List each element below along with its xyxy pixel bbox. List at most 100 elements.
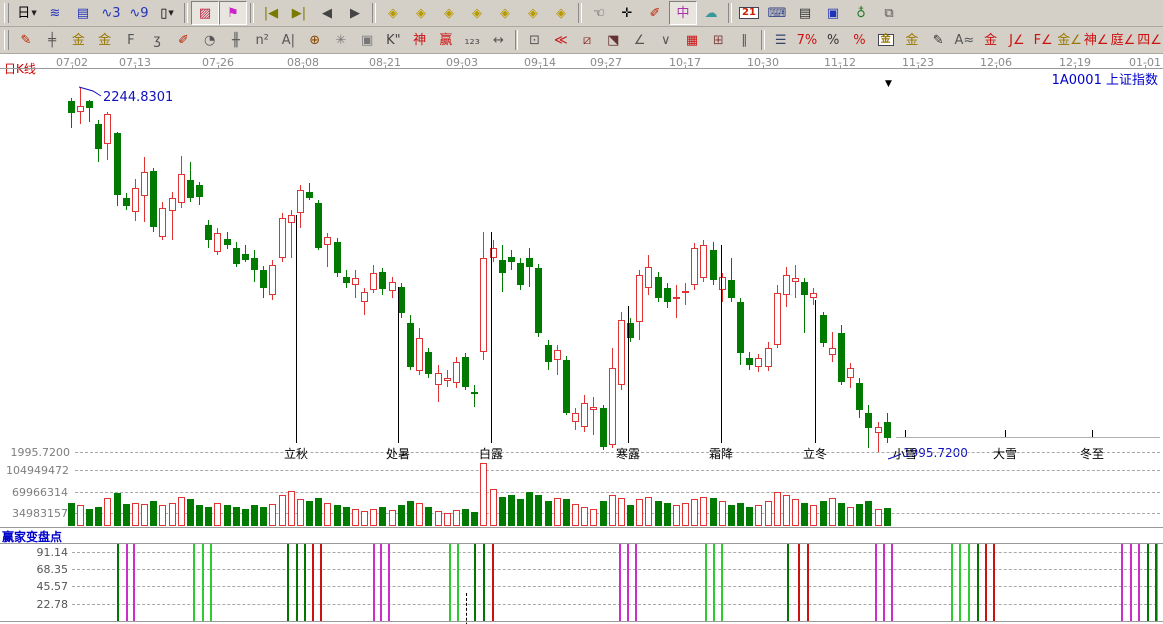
ai-analysis-button[interactable]: ☁ [697, 1, 725, 25]
export-web-button[interactable]: ♁ [847, 1, 875, 25]
volume-bar [618, 498, 625, 526]
red-grid-button[interactable]: ▦ [679, 28, 705, 52]
toolbar-separator [184, 3, 188, 23]
spiral-tool-button[interactable]: ʒ [144, 28, 170, 52]
toolbar-main: 日▼≋▤∿3∿9▯▼▨⚑|◀▶|◀▶◈◈◈◈◈◈◈☜✛✐中☁21⌨▤▣♁⧉ [0, 0, 1163, 27]
percent-button[interactable]: % [820, 28, 846, 52]
line-grid-button[interactable]: ╪ [39, 28, 65, 52]
angle-gold-button[interactable]: 金∠ [1056, 28, 1083, 52]
box-tool-button[interactable]: ⊡ [521, 28, 547, 52]
draw-pen-button[interactable]: ✎ [13, 28, 39, 52]
solar-term-line [296, 215, 297, 443]
angle-lines-icon: ∠ [634, 34, 646, 47]
volume-bar [233, 507, 240, 526]
candle-body [159, 208, 166, 237]
shen-tool-button[interactable]: 神 [407, 28, 433, 52]
expand-right-button[interactable]: ◈ [519, 1, 547, 25]
gold-underline-button[interactable]: 金 [978, 28, 1004, 52]
ruler-123-button[interactable]: ₁₂₃ [459, 28, 485, 52]
calculator-button[interactable]: ⌨ [763, 1, 791, 25]
info-panel-button[interactable]: ▤ [69, 1, 97, 25]
fan-lines-button[interactable]: ≪ [548, 28, 574, 52]
volume-bar [141, 504, 148, 526]
zoom-right-button[interactable]: ◈ [407, 1, 435, 25]
angle-lines-button[interactable]: ∠ [626, 28, 652, 52]
angle-si-button[interactable]: 四∠ [1136, 28, 1163, 52]
calendar-button[interactable]: 21 [735, 1, 763, 25]
zoom-in-h-button[interactable]: ◈ [463, 1, 491, 25]
volume-bar [609, 495, 616, 526]
candle-body [361, 292, 368, 302]
position-marker-icon[interactable]: ▼ [885, 79, 892, 89]
volume-axis-label: 69966314 [6, 486, 68, 499]
date-tick [840, 65, 841, 68]
volume-bar [499, 497, 506, 526]
pan-hand-button[interactable]: ☜ [585, 1, 613, 25]
wave-a-button[interactable]: A≈ [951, 28, 977, 52]
page-right-button[interactable]: ▶ [341, 1, 369, 25]
gold-grid-b-button[interactable]: 金 [92, 28, 118, 52]
period-daily-button[interactable]: 日▼ [13, 1, 41, 25]
chart-region[interactable]: 日K线 1A0001 上证指数 ▼ 2244.8301 1995.7200 19… [0, 55, 1163, 624]
crosshair-button[interactable]: ✛ [613, 1, 641, 25]
save-button[interactable]: ▣ [819, 1, 847, 25]
signal-line [320, 544, 322, 621]
gold-grid-a-button[interactable]: 金 [65, 28, 91, 52]
page-left-button[interactable]: ◀ [313, 1, 341, 25]
wave-check-button[interactable]: ∨ [653, 28, 679, 52]
signal-line [875, 544, 877, 621]
pen-measure-button[interactable]: ✐ [170, 28, 196, 52]
gold-lines-button[interactable]: 金 [899, 28, 925, 52]
percent-lines-button[interactable]: % [846, 28, 872, 52]
gann-wheel-button[interactable]: ⊕ [302, 28, 328, 52]
zoom-out-h-button[interactable]: ◈ [435, 1, 463, 25]
signal-line [117, 544, 119, 621]
expand-left-button[interactable]: ◈ [491, 1, 519, 25]
volume-profile-button[interactable]: ⚑ [219, 1, 247, 25]
candle-style-button[interactable]: ▯▼ [153, 1, 181, 25]
compare-bars-button[interactable]: ☰ [768, 28, 794, 52]
last-page-button[interactable]: ▶| [285, 1, 313, 25]
angle-shen-button[interactable]: 神∠ [1083, 28, 1110, 52]
fan-box-button[interactable]: ⧄ [574, 28, 600, 52]
percent-down-button[interactable]: 7% [794, 28, 820, 52]
expand-all-button[interactable]: ◈ [547, 1, 575, 25]
grid-diagonal-button[interactable]: ⊞ [705, 28, 731, 52]
zoom-left-button[interactable]: ◈ [379, 1, 407, 25]
memo-button[interactable]: ▤ [791, 1, 819, 25]
square-spiral-button[interactable]: ▣ [354, 28, 380, 52]
chip-distribution-button[interactable]: ▨ [191, 1, 219, 25]
gold-grid-b-icon: 金 [98, 34, 111, 47]
volume-bottom-line [0, 527, 1163, 528]
fibo-grid-button[interactable]: F [118, 28, 144, 52]
measure-pin-button[interactable]: ✐ [641, 1, 669, 25]
angle-ting-icon: 庭∠ [1111, 34, 1136, 47]
ying-tool-button[interactable]: 赢 [433, 28, 459, 52]
volume-bar [196, 505, 203, 526]
parallel-lines-button[interactable]: ∥ [731, 28, 757, 52]
fan-dark-button[interactable]: ⬔ [600, 28, 626, 52]
star-burst-button[interactable]: ✳ [328, 28, 354, 52]
zoom-out-h-icon: ◈ [444, 7, 454, 20]
n-square-button[interactable]: n² [249, 28, 275, 52]
chart-day9-button[interactable]: ∿9 [125, 1, 153, 25]
volume-bar [370, 509, 377, 526]
circle-360-button[interactable]: ◔ [197, 28, 223, 52]
print-button[interactable]: ⧉ [875, 1, 903, 25]
chart-min3-button[interactable]: ∿3 [97, 1, 125, 25]
grid-diagonal-icon: ⊞ [713, 34, 724, 47]
span-measure-button[interactable]: ↔ [485, 28, 511, 52]
percent-down-icon: 7% [797, 34, 818, 47]
mark-tool-button[interactable]: 中 [669, 1, 697, 25]
dense-grid-button[interactable]: ╫ [223, 28, 249, 52]
first-page-button[interactable]: |◀ [257, 1, 285, 25]
gold-circle-button[interactable]: 金 [873, 28, 899, 52]
pen-one-button[interactable]: ✎ [925, 28, 951, 52]
angle-a-button[interactable]: A| [275, 28, 301, 52]
angle-f-button[interactable]: F∠ [1030, 28, 1056, 52]
angle-j-button[interactable]: J∠ [1004, 28, 1030, 52]
k-note-button[interactable]: K" [380, 28, 406, 52]
angle-ting-button[interactable]: 庭∠ [1110, 28, 1137, 52]
gold-grid-a-icon: 金 [72, 34, 85, 47]
overview-button[interactable]: ≋ [41, 1, 69, 25]
